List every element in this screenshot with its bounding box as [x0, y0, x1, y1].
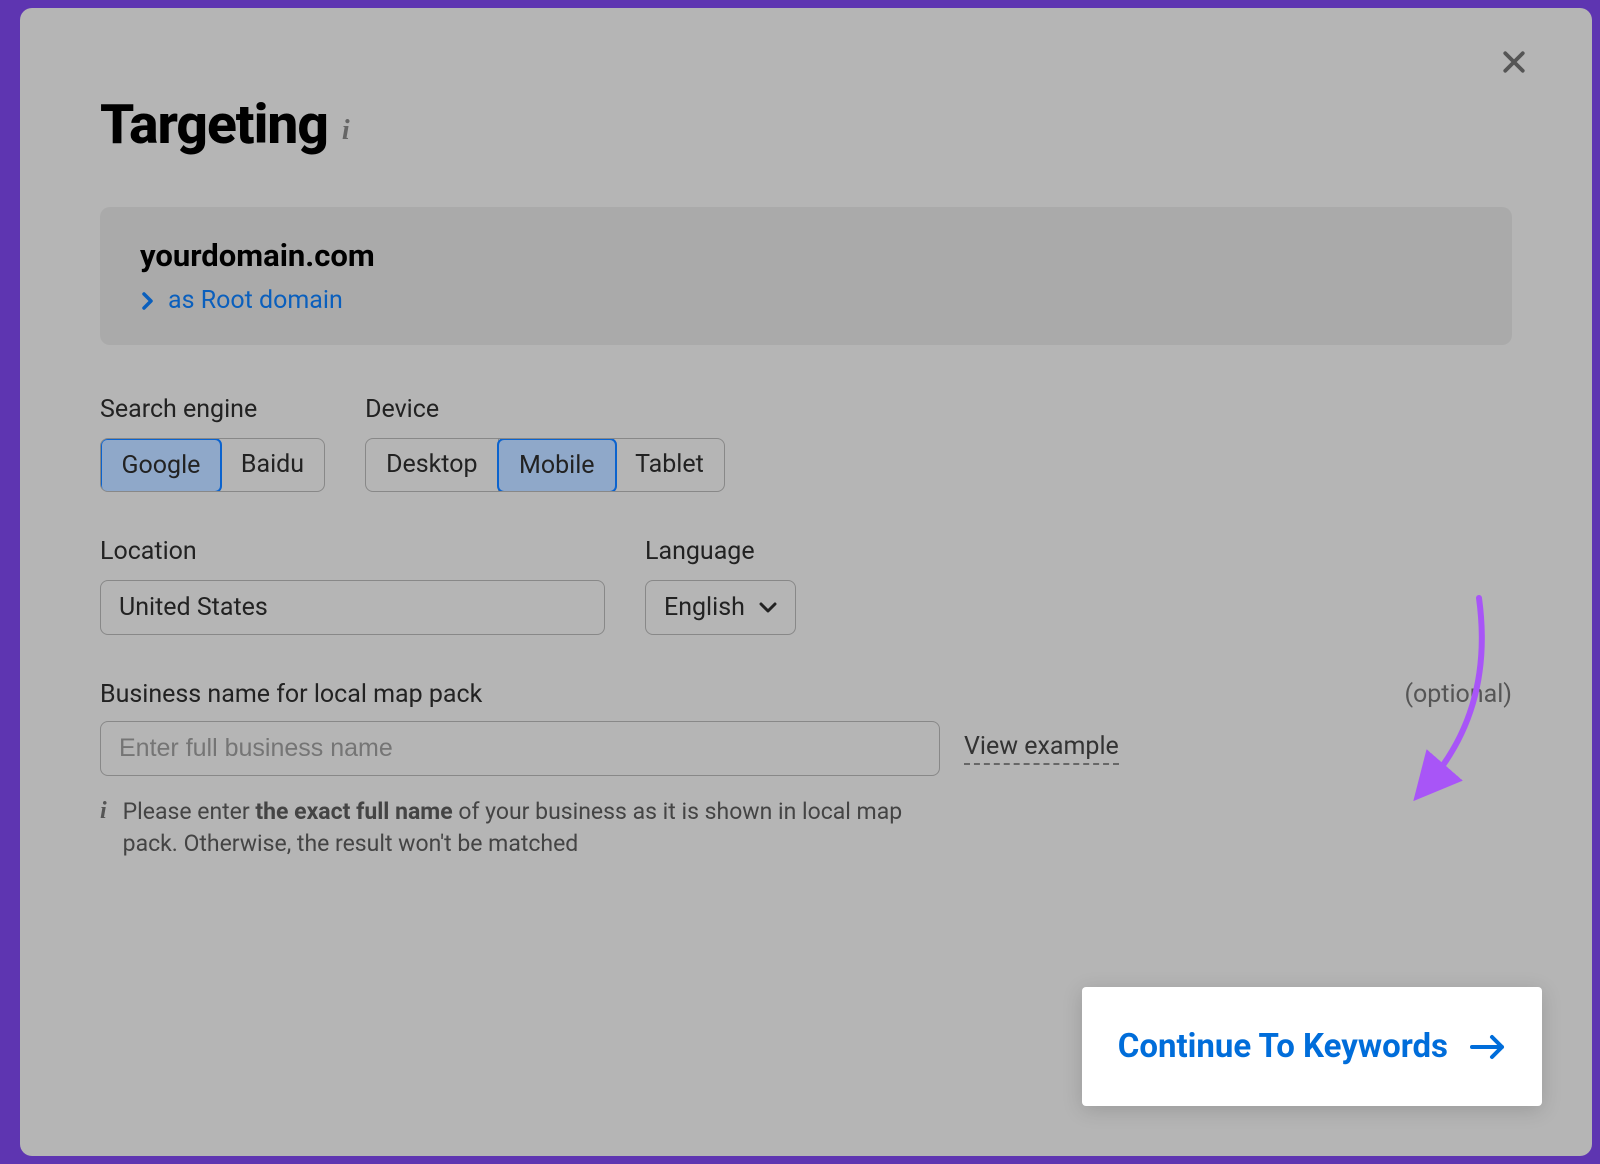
help-text: Please enter the exact full name of your…	[123, 796, 923, 860]
business-label-row: Business name for local map pack (option…	[100, 680, 1512, 709]
language-group: Language English	[645, 537, 796, 635]
location-input[interactable]: United States	[100, 580, 605, 635]
segment-baidu[interactable]: Baidu	[221, 439, 324, 491]
domain-type-label: as Root domain	[168, 286, 343, 315]
close-icon	[1499, 47, 1529, 77]
domain-type-link[interactable]: as Root domain	[140, 286, 1472, 315]
title-row: Targeting i	[100, 93, 1512, 157]
language-select[interactable]: English	[645, 580, 796, 635]
engine-device-row: Search engine Google Baidu Device Deskto…	[100, 395, 1512, 492]
optional-text: (optional)	[1404, 680, 1512, 709]
business-name-input[interactable]	[100, 721, 940, 776]
segment-desktop[interactable]: Desktop	[366, 439, 498, 491]
location-language-row: Location United States Language English	[100, 537, 1512, 635]
search-engine-segmented: Google Baidu	[100, 438, 325, 492]
business-label: Business name for local map pack	[100, 680, 482, 709]
info-icon-small: i	[100, 798, 107, 825]
continue-label: Continue To Keywords	[1118, 1027, 1448, 1066]
info-icon[interactable]: i	[342, 115, 350, 147]
location-label: Location	[100, 537, 605, 566]
targeting-modal: Targeting i yourdomain.com as Root domai…	[20, 8, 1592, 1156]
device-label: Device	[365, 395, 725, 424]
device-segmented: Desktop Mobile Tablet	[365, 438, 725, 492]
close-button[interactable]	[1496, 44, 1532, 80]
arrow-right-icon	[1470, 1034, 1506, 1060]
device-group: Device Desktop Mobile Tablet	[365, 395, 725, 492]
search-engine-label: Search engine	[100, 395, 325, 424]
segment-google[interactable]: Google	[100, 438, 222, 492]
domain-name: yourdomain.com	[140, 237, 1472, 274]
chevron-down-icon	[759, 602, 777, 614]
page-title: Targeting	[100, 93, 328, 157]
location-group: Location United States	[100, 537, 605, 635]
chevron-right-icon	[140, 291, 156, 311]
business-input-row: View example	[100, 721, 1512, 776]
domain-card: yourdomain.com as Root domain	[100, 207, 1512, 345]
language-label: Language	[645, 537, 796, 566]
help-row: i Please enter the exact full name of yo…	[100, 796, 1512, 860]
search-engine-group: Search engine Google Baidu	[100, 395, 325, 492]
segment-tablet[interactable]: Tablet	[615, 439, 724, 491]
view-example-link[interactable]: View example	[964, 732, 1119, 765]
language-value: English	[664, 593, 745, 622]
segment-mobile[interactable]: Mobile	[497, 438, 617, 492]
continue-to-keywords-button[interactable]: Continue To Keywords	[1082, 987, 1542, 1106]
